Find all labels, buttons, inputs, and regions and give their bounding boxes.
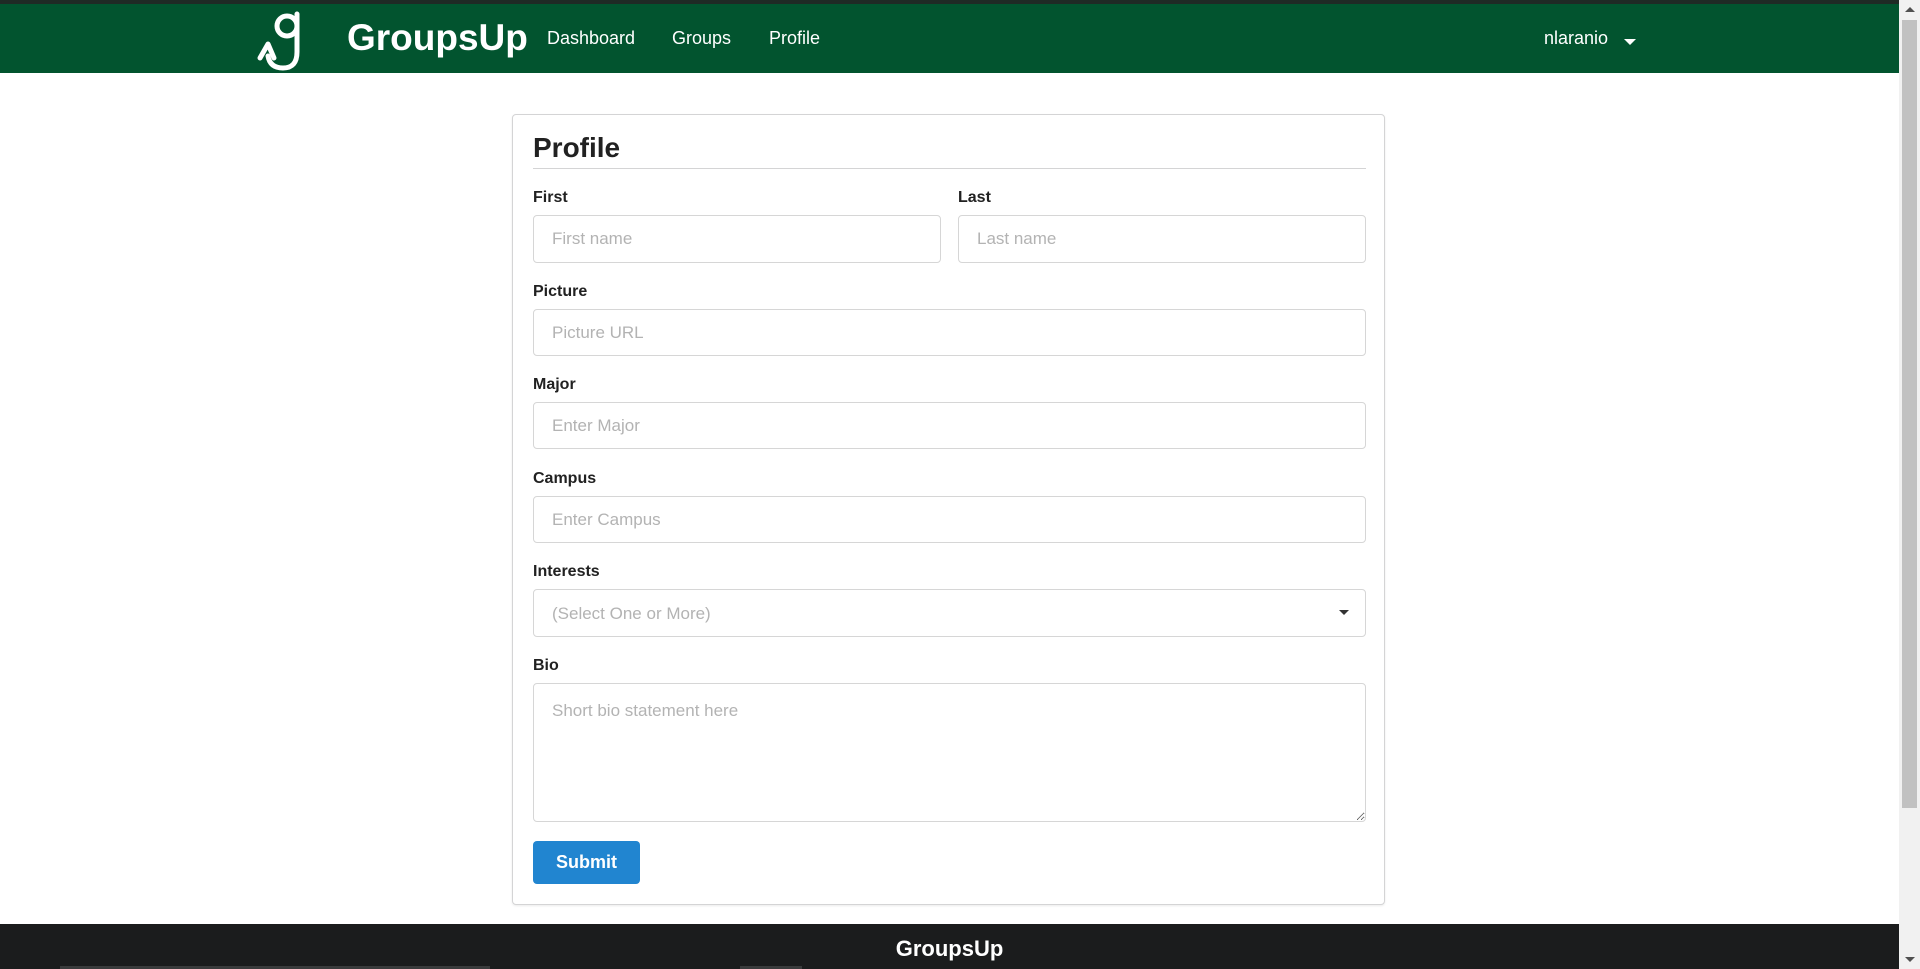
bio-label: Bio [533, 657, 559, 674]
nav-link-dashboard[interactable]: Dashboard [547, 26, 635, 50]
submit-button[interactable]: Submit [533, 841, 640, 884]
campus-input[interactable] [533, 496, 1366, 543]
interests-multiselect[interactable]: (Select One or More) [533, 589, 1366, 637]
interests-label: Interests [533, 563, 600, 580]
brand-name[interactable]: GroupsUp [347, 16, 528, 60]
scroll-down-arrow-icon[interactable] [1905, 957, 1915, 962]
footer: GroupsUp [0, 924, 1899, 969]
title-divider [533, 168, 1366, 169]
campus-label: Campus [533, 470, 597, 487]
scrollbar-thumb[interactable] [1902, 20, 1917, 808]
bio-textarea[interactable] [533, 683, 1366, 822]
footer-brand: GroupsUp [895, 936, 1004, 961]
interests-placeholder: (Select One or More) [552, 604, 711, 623]
nav-link-groups[interactable]: Groups [672, 26, 731, 50]
navbar: GroupsUp Dashboard Groups Profile nlaran… [0, 4, 1899, 73]
last-name-label: Last [958, 189, 991, 206]
picture-url-input[interactable] [533, 309, 1366, 356]
caret-down-icon[interactable] [1624, 39, 1636, 45]
first-name-label: First [533, 189, 568, 206]
scroll-up-arrow-icon[interactable] [1905, 7, 1915, 12]
groupsup-logo-icon[interactable] [256, 8, 310, 72]
major-input[interactable] [533, 402, 1366, 449]
page: GroupsUp Dashboard Groups Profile nlaran… [0, 0, 1920, 969]
dropdown-caret-icon[interactable] [1339, 610, 1349, 615]
form-title: Profile [533, 132, 621, 163]
last-name-input[interactable] [958, 215, 1366, 263]
picture-label: Picture [533, 283, 588, 300]
major-label: Major [533, 376, 576, 393]
user-menu-button[interactable]: nlaranio [1544, 26, 1608, 50]
first-name-input[interactable] [533, 215, 941, 263]
nav-link-profile[interactable]: Profile [769, 26, 820, 50]
vertical-scrollbar[interactable] [1899, 0, 1920, 969]
